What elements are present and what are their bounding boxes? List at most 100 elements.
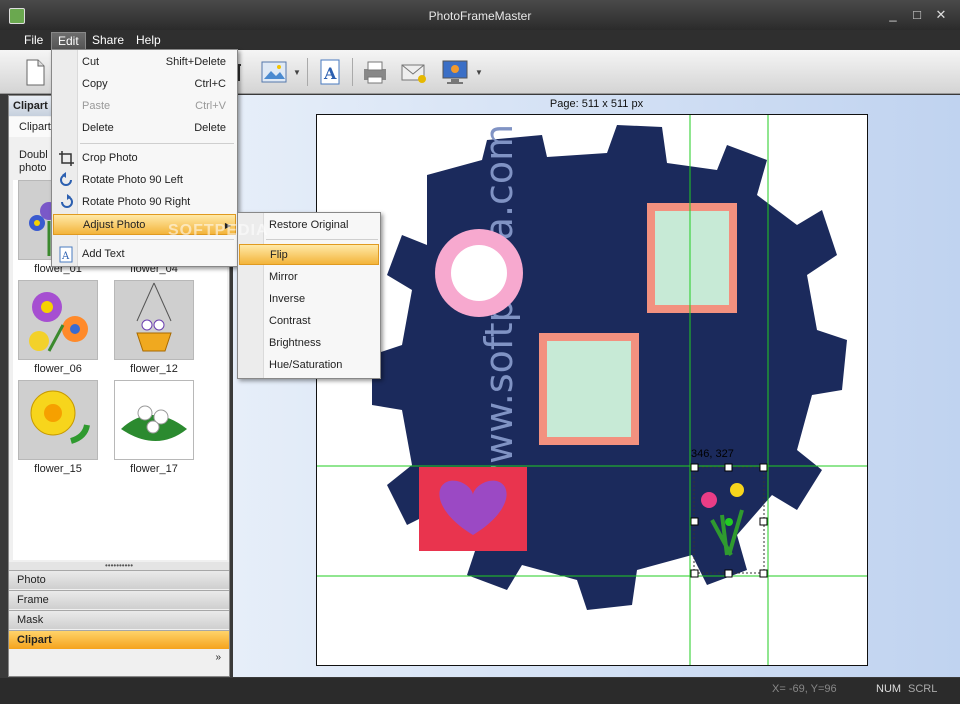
menu-item-label: Brightness (269, 337, 321, 349)
work-area: Page: 511 x 511 px www.softpedia.com (233, 95, 960, 677)
title-bar: PhotoFrameMaster _ □ ✕ (0, 0, 960, 30)
menu-separator (80, 143, 234, 144)
monitor-icon (442, 60, 468, 84)
menu-item-add-text[interactable]: A Add Text (53, 244, 236, 265)
menu-item-label: Adjust Photo (83, 219, 146, 231)
menu-item-label: Restore Original (269, 219, 349, 231)
submenu-item-flip[interactable]: Flip (239, 244, 379, 265)
new-document-button[interactable] (20, 57, 50, 87)
menu-help[interactable]: Help (130, 32, 167, 49)
thumb-caption: flower_06 (34, 363, 82, 375)
submenu-item-brightness[interactable]: Brightness (239, 333, 379, 354)
page-size-label: Page: 511 x 511 px (549, 98, 644, 110)
menu-item-label: Add Text (82, 248, 125, 260)
maximize-button[interactable]: □ (907, 6, 927, 24)
submenu-item-contrast[interactable]: Contrast (239, 311, 379, 332)
flower-image (29, 292, 88, 352)
hanging-basket-image (136, 282, 172, 352)
watermark: SOFTPEDIA (168, 222, 269, 239)
canvas-artwork: www.softpedia.com (317, 115, 867, 665)
toolbar-separator (352, 58, 353, 86)
menu-edit[interactable]: Edit (51, 32, 86, 49)
submenu-item-inverse[interactable]: Inverse (239, 289, 379, 310)
clipart-thumb-flower-17[interactable]: flower_17 (113, 380, 195, 475)
menu-item-label: Crop Photo (82, 152, 138, 164)
menu-item-copy[interactable]: Copy Ctrl+C (53, 74, 236, 95)
menu-bar: File Edit Share Help (0, 30, 960, 50)
share-screen-button[interactable] (440, 57, 470, 87)
section-clipart[interactable]: Clipart (9, 630, 229, 649)
thumb-caption: flower_17 (130, 463, 178, 475)
rotate-right-icon (58, 194, 75, 211)
submenu-item-mirror[interactable]: Mirror (239, 267, 379, 288)
close-button[interactable]: ✕ (931, 6, 951, 24)
text-icon: A (320, 59, 340, 85)
clipart-thumb-flower-06[interactable]: flower_06 (17, 280, 99, 375)
section-photo[interactable]: Photo (9, 570, 229, 589)
image-dropdown-arrow[interactable]: ▼ (293, 68, 301, 77)
insert-image-button[interactable] (259, 57, 289, 87)
printer-icon (364, 61, 386, 84)
minimize-button[interactable]: _ (883, 6, 903, 24)
section-frame[interactable]: Frame (9, 590, 229, 609)
resize-handle (759, 569, 768, 578)
thumb-image (114, 280, 194, 360)
menu-item-label: Contrast (269, 315, 311, 327)
page-canvas[interactable]: www.softpedia.com (316, 114, 868, 666)
menu-item-rotate-right[interactable]: Rotate Photo 90 Right (53, 192, 236, 213)
panel-splitter[interactable]: •••••••••• (9, 562, 229, 570)
menu-item-label: Paste (82, 100, 111, 112)
resize-handle (690, 569, 699, 578)
menu-item-shortcut: Ctrl+V (195, 100, 226, 112)
menu-item-label: Flip (270, 249, 288, 261)
thumb-caption: flower_12 (130, 363, 178, 375)
submenu-item-hue-saturation[interactable]: Hue/Saturation (239, 355, 379, 376)
menu-item-cut[interactable]: Cut Shift+Delete (53, 52, 236, 73)
share-dropdown-arrow[interactable]: ▼ (475, 68, 483, 77)
selection-coords: 346, 327 (691, 448, 734, 460)
add-text-button[interactable]: A (316, 57, 346, 87)
toolbar-separator (307, 58, 308, 86)
menu-item-label: Inverse (269, 293, 306, 305)
menu-item-label: Rotate Photo 90 Right (82, 196, 191, 208)
print-button[interactable] (360, 57, 390, 87)
menu-item-crop-photo[interactable]: Crop Photo (53, 148, 236, 169)
sunflower-image (30, 390, 90, 444)
menu-separator (266, 239, 378, 240)
resize-handle (759, 517, 768, 526)
email-button[interactable] (399, 57, 429, 87)
mail-icon (401, 64, 426, 83)
image-icon (261, 61, 287, 83)
section-mask[interactable]: Mask (9, 610, 229, 629)
menu-item-paste[interactable]: Paste Ctrl+V (53, 96, 236, 117)
more-sections-button[interactable]: » (215, 652, 221, 663)
add-text-icon: A (58, 246, 75, 263)
menu-file[interactable]: File (18, 32, 49, 49)
thumb-image (18, 380, 98, 460)
thumb-image (114, 380, 194, 460)
clipart-thumb-flower-12[interactable]: flower_12 (113, 280, 195, 375)
resize-handle (724, 569, 733, 578)
svg-text:A: A (323, 64, 337, 83)
scroll-lock-indicator: SCRL (908, 683, 938, 695)
menu-item-label: Rotate Photo 90 Left (82, 174, 183, 186)
new-document-icon (26, 59, 45, 86)
menu-item-rotate-left[interactable]: Rotate Photo 90 Left (53, 170, 236, 191)
rotate-left-icon (58, 172, 75, 189)
menu-item-label: Cut (82, 56, 100, 68)
white-flowers-image (121, 405, 187, 441)
resize-handle (690, 517, 699, 526)
resize-handle (759, 463, 768, 472)
menu-item-shortcut: Delete (194, 122, 226, 134)
rotate-handle (725, 518, 733, 526)
menu-item-delete[interactable]: Delete Delete (53, 118, 236, 139)
menu-share[interactable]: Share (86, 32, 130, 49)
menu-item-label: Mirror (269, 271, 298, 283)
menu-item-label: Hue/Saturation (269, 359, 343, 371)
clipart-thumb-flower-15[interactable]: flower_15 (17, 380, 99, 475)
menu-item-shortcut: Ctrl+C (194, 78, 226, 90)
window-title: PhotoFrameMaster (428, 9, 532, 23)
resize-handle (724, 463, 733, 472)
crop-icon (58, 150, 75, 167)
svg-text:A: A (61, 251, 70, 262)
